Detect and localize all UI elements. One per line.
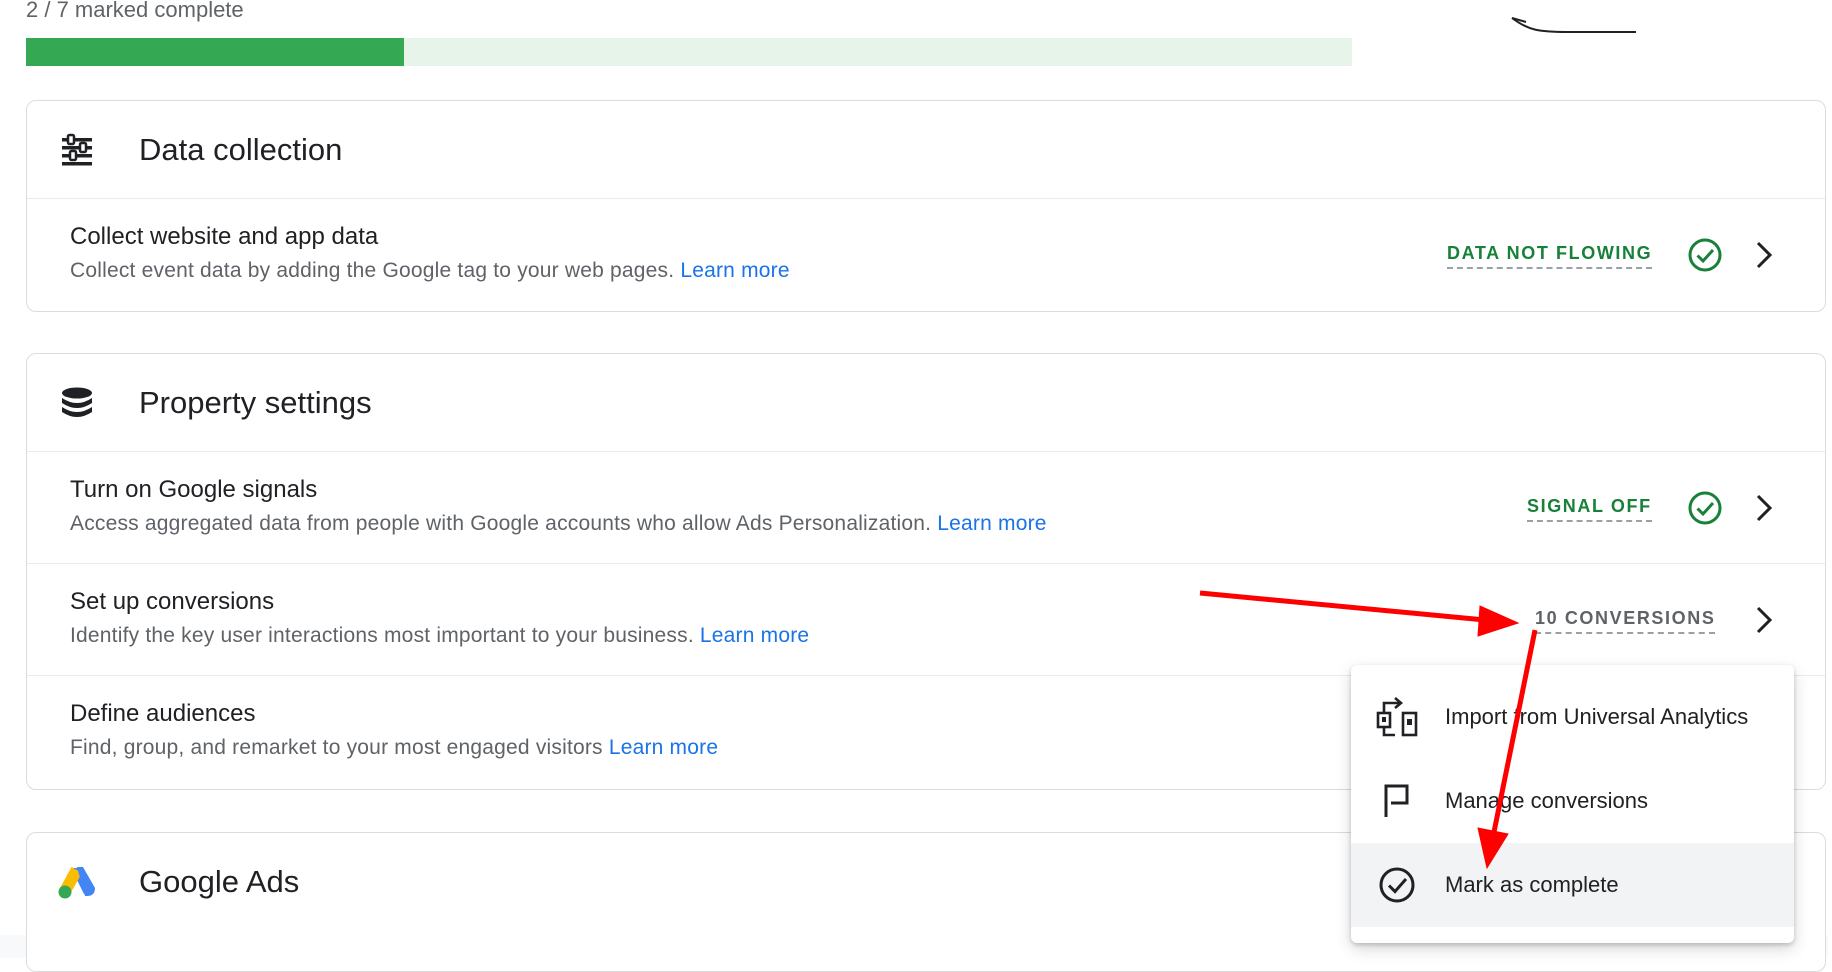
check-circle-icon bbox=[1688, 491, 1722, 525]
row-title: Set up conversions bbox=[70, 588, 275, 615]
google-ads-title: Google Ads bbox=[139, 864, 300, 899]
google-ads-logo-icon bbox=[57, 862, 97, 902]
row-description: Collect event data by adding the Google … bbox=[70, 259, 790, 282]
learn-more-link[interactable]: Learn more bbox=[680, 259, 789, 282]
learn-more-link[interactable]: Learn more bbox=[937, 512, 1046, 535]
data-collection-title: Data collection bbox=[139, 131, 343, 167]
menu-item-label: Mark as complete bbox=[1445, 872, 1619, 897]
progress-label: 2 / 7 marked complete bbox=[26, 0, 244, 22]
chevron-right-icon[interactable] bbox=[1749, 604, 1779, 636]
menu-item-label: Manage conversions bbox=[1445, 788, 1649, 813]
check-circle-icon bbox=[1688, 238, 1722, 272]
conversions-menu: Import from Universal Analytics Manage c… bbox=[1351, 665, 1794, 943]
progress-bar-fill bbox=[26, 38, 404, 66]
status-data-not-flowing[interactable]: DATA NOT FLOWING bbox=[1447, 242, 1653, 269]
row-set-up-conversions[interactable]: Set up conversions Identify the key user… bbox=[27, 564, 1825, 676]
row-description: Find, group, and remarket to your most e… bbox=[70, 736, 719, 759]
status-signal-off[interactable]: SIGNAL OFF bbox=[1527, 495, 1652, 522]
progress-bar bbox=[26, 38, 1352, 66]
property-settings-title: Property settings bbox=[139, 384, 372, 420]
row-title: Define audiences bbox=[70, 700, 256, 727]
menu-item-manage-conversions[interactable]: Manage conversions bbox=[1351, 759, 1794, 843]
scrollbar-edge bbox=[1828, 0, 1832, 958]
learn-more-link[interactable]: Learn more bbox=[609, 736, 718, 759]
learn-more-link[interactable]: Learn more bbox=[700, 624, 809, 647]
tune-lines-icon bbox=[57, 130, 97, 170]
menu-item-mark-complete[interactable]: Mark as complete bbox=[1351, 843, 1794, 927]
data-collection-header: Data collection bbox=[27, 101, 1825, 199]
import-icon bbox=[1375, 695, 1419, 739]
chevron-right-icon[interactable] bbox=[1749, 239, 1779, 271]
data-collection-card: Data collection Collect website and app … bbox=[26, 100, 1826, 312]
chevron-right-icon[interactable] bbox=[1749, 492, 1779, 524]
row-title: Turn on Google signals bbox=[70, 476, 318, 503]
row-google-signals[interactable]: Turn on Google signals Access aggregated… bbox=[27, 452, 1825, 564]
row-collect-website-data[interactable]: Collect website and app data Collect eve… bbox=[27, 199, 1825, 311]
menu-item-label: Import from Universal Analytics bbox=[1445, 704, 1749, 729]
check-circle-icon bbox=[1375, 863, 1419, 907]
collapse-arrow-icon[interactable] bbox=[1508, 14, 1638, 36]
row-description: Identify the key user interactions most … bbox=[70, 624, 810, 647]
row-title: Collect website and app data bbox=[70, 223, 379, 250]
flag-icon bbox=[1375, 779, 1419, 823]
database-icon bbox=[57, 383, 97, 423]
status-conversions-count[interactable]: 10 CONVERSIONS bbox=[1535, 607, 1716, 634]
menu-item-import-ua[interactable]: Import from Universal Analytics bbox=[1351, 675, 1794, 759]
property-settings-header: Property settings bbox=[27, 354, 1825, 452]
row-description: Access aggregated data from people with … bbox=[70, 512, 1047, 535]
